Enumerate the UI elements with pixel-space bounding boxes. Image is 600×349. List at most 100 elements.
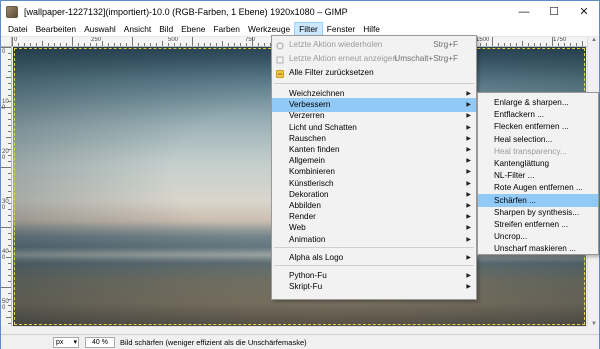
ruler-tick (144, 43, 145, 46)
submenu-item-enlarge-sharpen[interactable]: Enlarge & sharpen... (478, 96, 598, 109)
vertical-ruler[interactable]: 0 100 200 300 400 500 (1, 47, 12, 326)
ruler-label: 100 (2, 99, 9, 111)
zoom-select[interactable]: 40 % (85, 336, 115, 348)
reset-icon (276, 69, 284, 78)
ruler-corner[interactable] (1, 37, 12, 47)
ruler-tick (222, 41, 223, 46)
ruler-tick (66, 43, 67, 46)
ruler-tick (48, 43, 49, 46)
ruler-tick (492, 37, 493, 46)
close-button[interactable]: ✕ (569, 1, 599, 22)
ruler-tick (180, 43, 181, 46)
ruler-label: 1750 (553, 37, 567, 43)
submenu-item-uncrop[interactable]: Uncrop... (478, 230, 598, 243)
ruler-label: 750 (245, 37, 256, 43)
ruler-tick (18, 43, 19, 46)
menu-separator (274, 265, 474, 266)
menu-ansicht[interactable]: Ansicht (120, 22, 155, 36)
ruler-tick (8, 233, 11, 234)
ruler-tick (546, 43, 547, 46)
submenu-item-kantenglättung[interactable]: Kantenglättung (478, 157, 598, 170)
filter-menu-item-alpha-als-logo[interactable]: Alpha als Logo ▶ (272, 251, 476, 265)
menu-datei[interactable]: Datei (4, 22, 32, 36)
ruler-tick (8, 71, 11, 72)
ruler-tick (504, 43, 505, 46)
ruler-tick (8, 191, 11, 192)
menu-item-label: Alpha als Logo (289, 252, 344, 262)
maximize-button[interactable]: ☐ (539, 1, 569, 22)
ruler-tick (8, 131, 11, 132)
scroll-down-icon[interactable]: ▼ (591, 321, 597, 327)
ruler-tick (8, 215, 11, 216)
ruler-tick (8, 59, 11, 60)
ruler-label: 500 (2, 299, 9, 311)
menu-farben[interactable]: Farben (209, 22, 244, 36)
submenu-item-nl-filter[interactable]: NL-Filter ... (478, 169, 598, 182)
scroll-up-icon[interactable]: ▲ (591, 37, 597, 43)
submenu-item-schärfen[interactable]: Schärfen ... (478, 193, 598, 207)
unit-select[interactable]: px (53, 336, 79, 348)
ruler-label: 400 (2, 249, 9, 261)
submenu-item-heal-selection[interactable]: Heal selection... (478, 133, 598, 146)
ruler-tick (138, 43, 139, 46)
minimize-button[interactable]: — (509, 1, 539, 22)
ruler-tick (8, 65, 11, 66)
ruler-tick (132, 37, 133, 46)
ruler-tick (8, 173, 11, 174)
submenu-item-unscharf-maskieren[interactable]: Unscharf maskieren ... (478, 242, 598, 255)
menu-item-label: Letzte Aktion wiederholen (289, 40, 383, 49)
submenu-item-entflackern[interactable]: Entflackern ... (478, 108, 598, 121)
submenu-item-sharpen-by-synthesis[interactable]: Sharpen by synthesis... (478, 206, 598, 219)
menu-filter[interactable]: Filter (294, 22, 323, 36)
submenu-item-flecken-entfernen[interactable]: Flecken entfernen ... (478, 120, 598, 133)
ruler-tick (72, 37, 73, 46)
ruler-tick (510, 43, 511, 46)
ruler-tick (6, 77, 11, 78)
ruler-label: 0 (2, 49, 6, 55)
menu-separator (274, 246, 474, 248)
ruler-tick (8, 143, 11, 144)
ruler-tick (8, 269, 11, 270)
ruler-tick (234, 43, 235, 46)
ruler-tick (198, 43, 199, 46)
filter-menu-item-skript-fu[interactable]: Skript-Fu ▶ (272, 280, 476, 294)
ruler-tick (240, 43, 241, 46)
filter-menu-item-alle-filter-zurücksetzen[interactable]: Alle Filter zurücksetzen (272, 66, 476, 80)
menu-auswahl[interactable]: Auswahl (80, 22, 120, 36)
ruler-tick (210, 43, 211, 46)
title-bar[interactable]: [wallpaper-1227132](importiert)-10.0 (RG… (1, 1, 599, 22)
menu-bild[interactable]: Bild (155, 22, 177, 36)
ruler-tick (264, 43, 265, 46)
menu-item-label: Letzte Aktion erneut anzeigen (289, 54, 397, 63)
submenu-item-rote-augen-entfernen[interactable]: Rote Augen entfernen ... (478, 181, 598, 194)
ruler-tick (8, 119, 11, 120)
ruler-tick (8, 275, 11, 276)
ruler-tick (8, 263, 11, 264)
ruler-tick (1, 47, 11, 48)
repeat-icon (276, 41, 284, 50)
horizontal-scrollbar[interactable] (13, 326, 587, 334)
ruler-tick (186, 43, 187, 46)
ruler-tick (8, 323, 11, 324)
ruler-tick (192, 37, 193, 46)
menu-item-label: Animation (289, 234, 326, 244)
shortcut-label: Strg+F (433, 40, 458, 49)
filter-menu-item-animation[interactable]: Animation ▶ (272, 233, 476, 247)
ruler-tick (1, 167, 11, 168)
menu-bearbeiten[interactable]: Bearbeiten (32, 22, 81, 36)
ruler-tick (60, 43, 61, 46)
ruler-label: 300 (2, 199, 9, 211)
menu-hilfe[interactable]: Hilfe (359, 22, 384, 36)
ruler-tick (1, 227, 11, 228)
ruler-label: 1500 (476, 37, 490, 43)
menu-ebene[interactable]: Ebene (177, 22, 209, 36)
ruler-tick (8, 125, 11, 126)
menu-fenster[interactable]: Fenster (323, 22, 359, 36)
ruler-tick (6, 137, 11, 138)
submenu-item-streifen-entfernen[interactable]: Streifen entfernen ... (478, 218, 598, 231)
ruler-tick (6, 317, 11, 318)
menu-werkzeuge[interactable]: Werkzeuge (244, 22, 294, 36)
ruler-tick (516, 43, 517, 46)
ruler-tick (8, 113, 11, 114)
menu-separator (274, 83, 474, 84)
